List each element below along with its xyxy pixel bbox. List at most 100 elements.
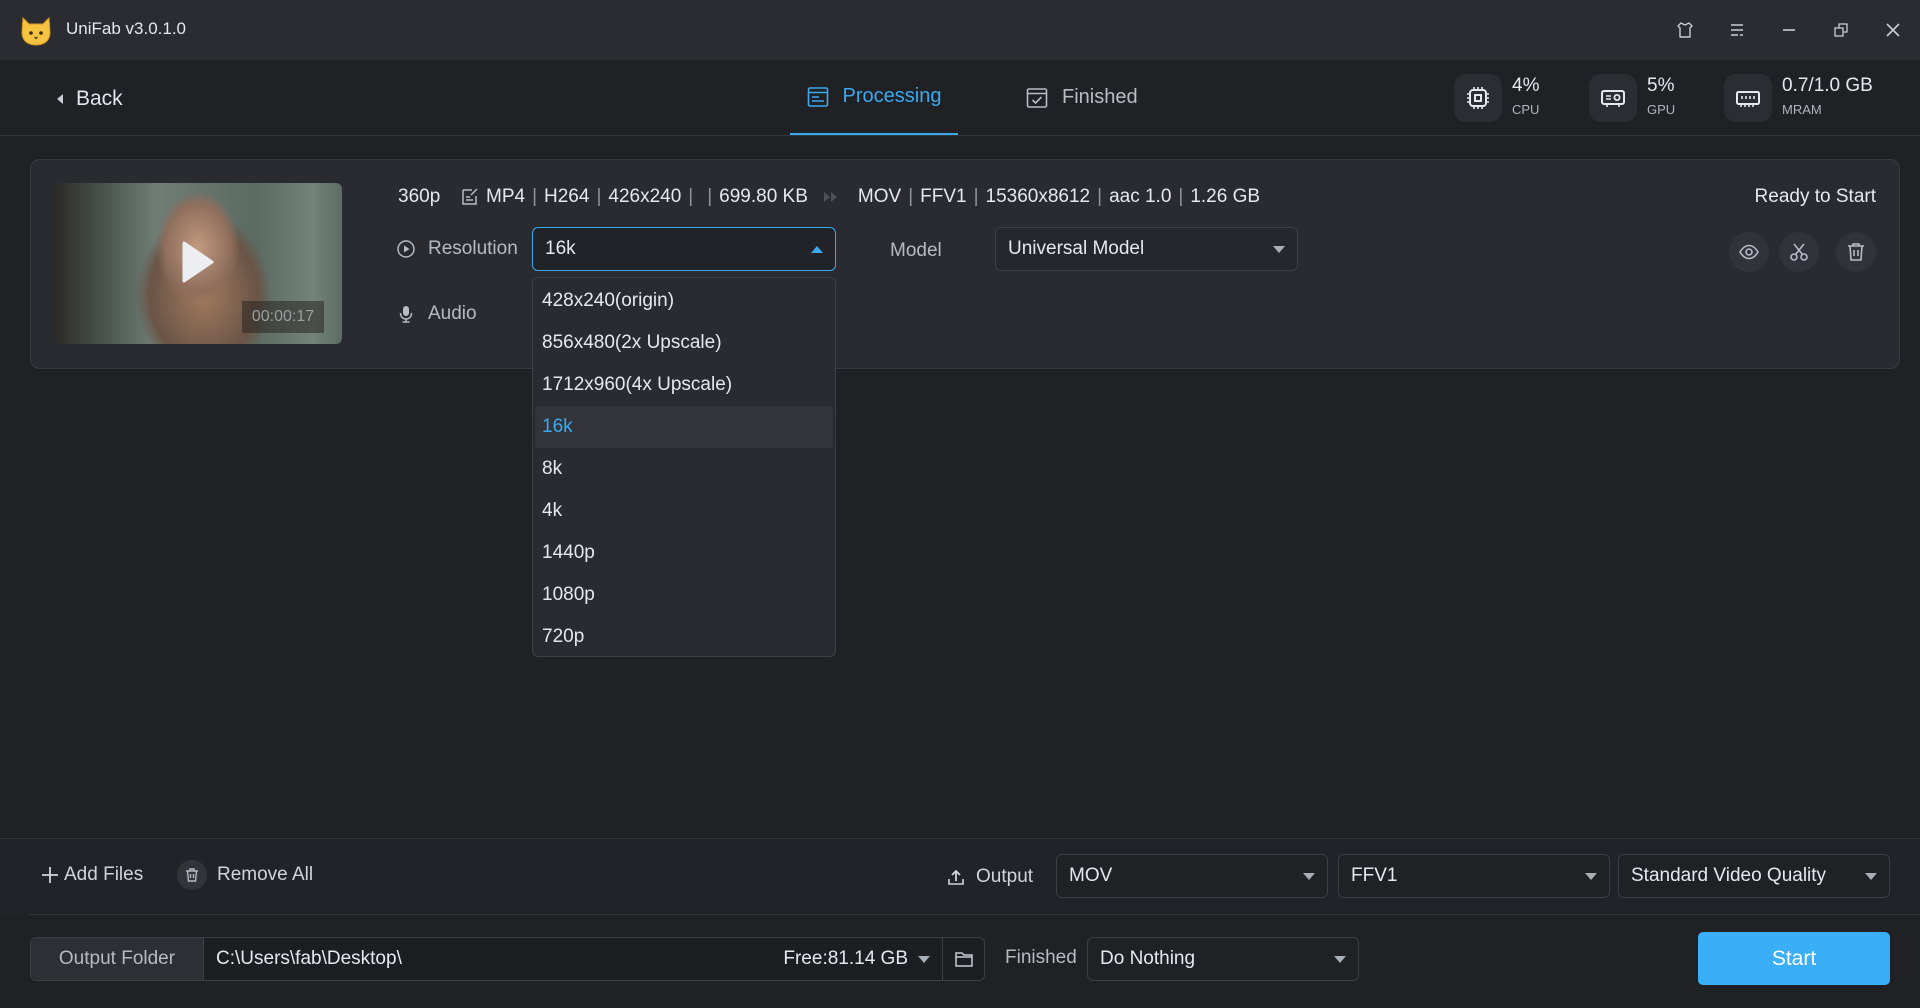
play-icon[interactable] — [181, 240, 215, 284]
remove-all-label: Remove All — [217, 864, 314, 885]
target-codec: FFV1 — [920, 186, 967, 207]
cpu-chip-icon — [1467, 87, 1489, 109]
restore-icon — [1834, 23, 1848, 37]
task-status: Ready to Start — [1754, 186, 1876, 207]
cpu-value: 4% — [1512, 75, 1540, 96]
trash-icon — [186, 868, 198, 882]
resolution-play-circle-icon — [397, 240, 415, 258]
resolution-value: 16k — [545, 238, 576, 259]
output-label-text: Output — [976, 866, 1034, 887]
tab-finished[interactable]: Finished — [1026, 60, 1138, 135]
resolution-dropdown-list: 428x240(origin) 856x480(2x Upscale) 1712… — [532, 277, 836, 657]
remove-all-icon-box — [177, 860, 207, 890]
target-audio: aac 1.0 — [1109, 186, 1172, 207]
caret-down-icon — [1334, 955, 1346, 963]
cpu-label: CPU — [1512, 102, 1540, 117]
convert-arrow-icon — [823, 192, 837, 202]
resolution-label: Resolution — [396, 238, 518, 260]
target-container: MOV — [857, 186, 902, 207]
output-codec-select[interactable]: FFV1 — [1338, 854, 1610, 898]
memory-ram-icon — [1736, 91, 1760, 107]
skin-button[interactable] — [1669, 14, 1701, 46]
add-files-button[interactable]: Add Files — [40, 864, 143, 886]
caret-down-icon — [918, 955, 930, 963]
target-filesize: 1.26 GB — [1190, 186, 1261, 207]
delete-task-button[interactable] — [1836, 232, 1876, 272]
tab-processing[interactable]: Processing — [790, 60, 958, 135]
resolution-option[interactable]: 1712x960(4x Upscale) — [535, 364, 833, 406]
menu-button[interactable] — [1721, 14, 1753, 46]
mram-stat: 0.7/1.0 GB MRAM — [1724, 74, 1873, 122]
output-label: Output — [946, 866, 1033, 888]
resolution-option[interactable]: 720p — [535, 616, 833, 658]
upload-icon — [948, 869, 964, 885]
gpu-label: GPU — [1647, 102, 1676, 117]
skin-icon — [1677, 22, 1693, 38]
tab-processing-label: Processing — [842, 85, 942, 107]
start-button[interactable]: Start — [1698, 932, 1890, 985]
caret-down-icon — [1303, 872, 1315, 880]
preview-button[interactable] — [1729, 232, 1769, 272]
output-format-value: MOV — [1069, 865, 1113, 886]
back-label: Back — [76, 87, 123, 110]
eye-icon — [1739, 244, 1759, 260]
folder-icon — [954, 952, 973, 967]
back-button[interactable]: Back — [56, 84, 123, 114]
output-codec-value: FFV1 — [1351, 865, 1398, 886]
source-size: 426x240 — [608, 186, 682, 207]
menu-icon — [1731, 24, 1743, 36]
minimize-button[interactable] — [1773, 14, 1805, 46]
output-path-input[interactable]: C:\Users\fab\Desktop\ — [204, 938, 783, 980]
mram-label: MRAM — [1782, 102, 1822, 117]
resolution-option[interactable]: 1440p — [535, 532, 833, 574]
output-format-select[interactable]: MOV — [1056, 854, 1328, 898]
audio-label-text: Audio — [428, 303, 477, 324]
edit-info-icon[interactable] — [460, 187, 480, 207]
caret-down-icon — [1585, 872, 1597, 880]
close-button[interactable] — [1877, 14, 1909, 46]
resolution-select[interactable]: 16k — [532, 227, 836, 271]
model-label: Model — [890, 240, 942, 261]
cat-logo-icon — [21, 16, 51, 46]
caret-down-icon — [1273, 245, 1285, 253]
source-container: MP4 — [486, 186, 526, 207]
resolution-option-selected[interactable]: 16k — [535, 406, 833, 448]
output-folder-label: Output Folder — [31, 938, 204, 980]
audio-label: Audio — [396, 303, 477, 325]
finished-action-label: Finished — [1005, 947, 1077, 968]
trash-icon — [1848, 243, 1864, 261]
microphone-icon — [399, 306, 413, 323]
gpu-card-icon — [1601, 90, 1625, 107]
resolution-option[interactable]: 856x480(2x Upscale) — [535, 322, 833, 364]
output-quality-select[interactable]: Standard Video Quality — [1618, 854, 1890, 898]
resolution-option[interactable]: 4k — [535, 490, 833, 532]
resolution-label-text: Resolution — [428, 238, 518, 259]
conversion-info: MP4 | H264 | 426x240 | | 699.80 KB MOV | FFV… — [460, 186, 1260, 208]
cpu-stat: 4% CPU — [1454, 74, 1539, 122]
model-value: Universal Model — [1008, 238, 1145, 259]
tab-finished-label: Finished — [1062, 86, 1138, 108]
finished-check-icon — [1026, 87, 1048, 108]
resolution-option[interactable]: 1080p — [535, 574, 833, 616]
back-arrow-icon — [57, 94, 63, 104]
close-icon — [1886, 23, 1900, 37]
cpu-stat-icon-box — [1454, 74, 1502, 122]
app-title: UniFab v3.0.1.0 — [66, 19, 187, 38]
output-quality-value: Standard Video Quality — [1631, 865, 1827, 886]
source-codec: H264 — [544, 186, 590, 207]
browse-folder-button[interactable] — [942, 938, 984, 980]
caret-up-icon — [811, 245, 823, 253]
trim-button[interactable] — [1779, 232, 1819, 272]
resolution-option[interactable]: 8k — [535, 448, 833, 490]
model-select[interactable]: Universal Model — [995, 227, 1298, 271]
scissors-icon — [1790, 243, 1808, 261]
resolution-option[interactable]: 428x240(origin) — [535, 280, 833, 322]
mram-value: 0.7/1.0 GB — [1782, 75, 1873, 96]
remove-all-button[interactable]: Remove All — [177, 860, 313, 890]
source-resolution: 360p — [398, 186, 441, 207]
restore-button[interactable] — [1825, 14, 1857, 46]
mram-stat-icon-box — [1724, 74, 1772, 122]
finished-action-select[interactable]: Do Nothing — [1087, 937, 1359, 981]
video-duration: 00:00:17 — [242, 301, 324, 333]
free-space-dropdown[interactable]: Free:81.14 GB — [783, 938, 942, 980]
